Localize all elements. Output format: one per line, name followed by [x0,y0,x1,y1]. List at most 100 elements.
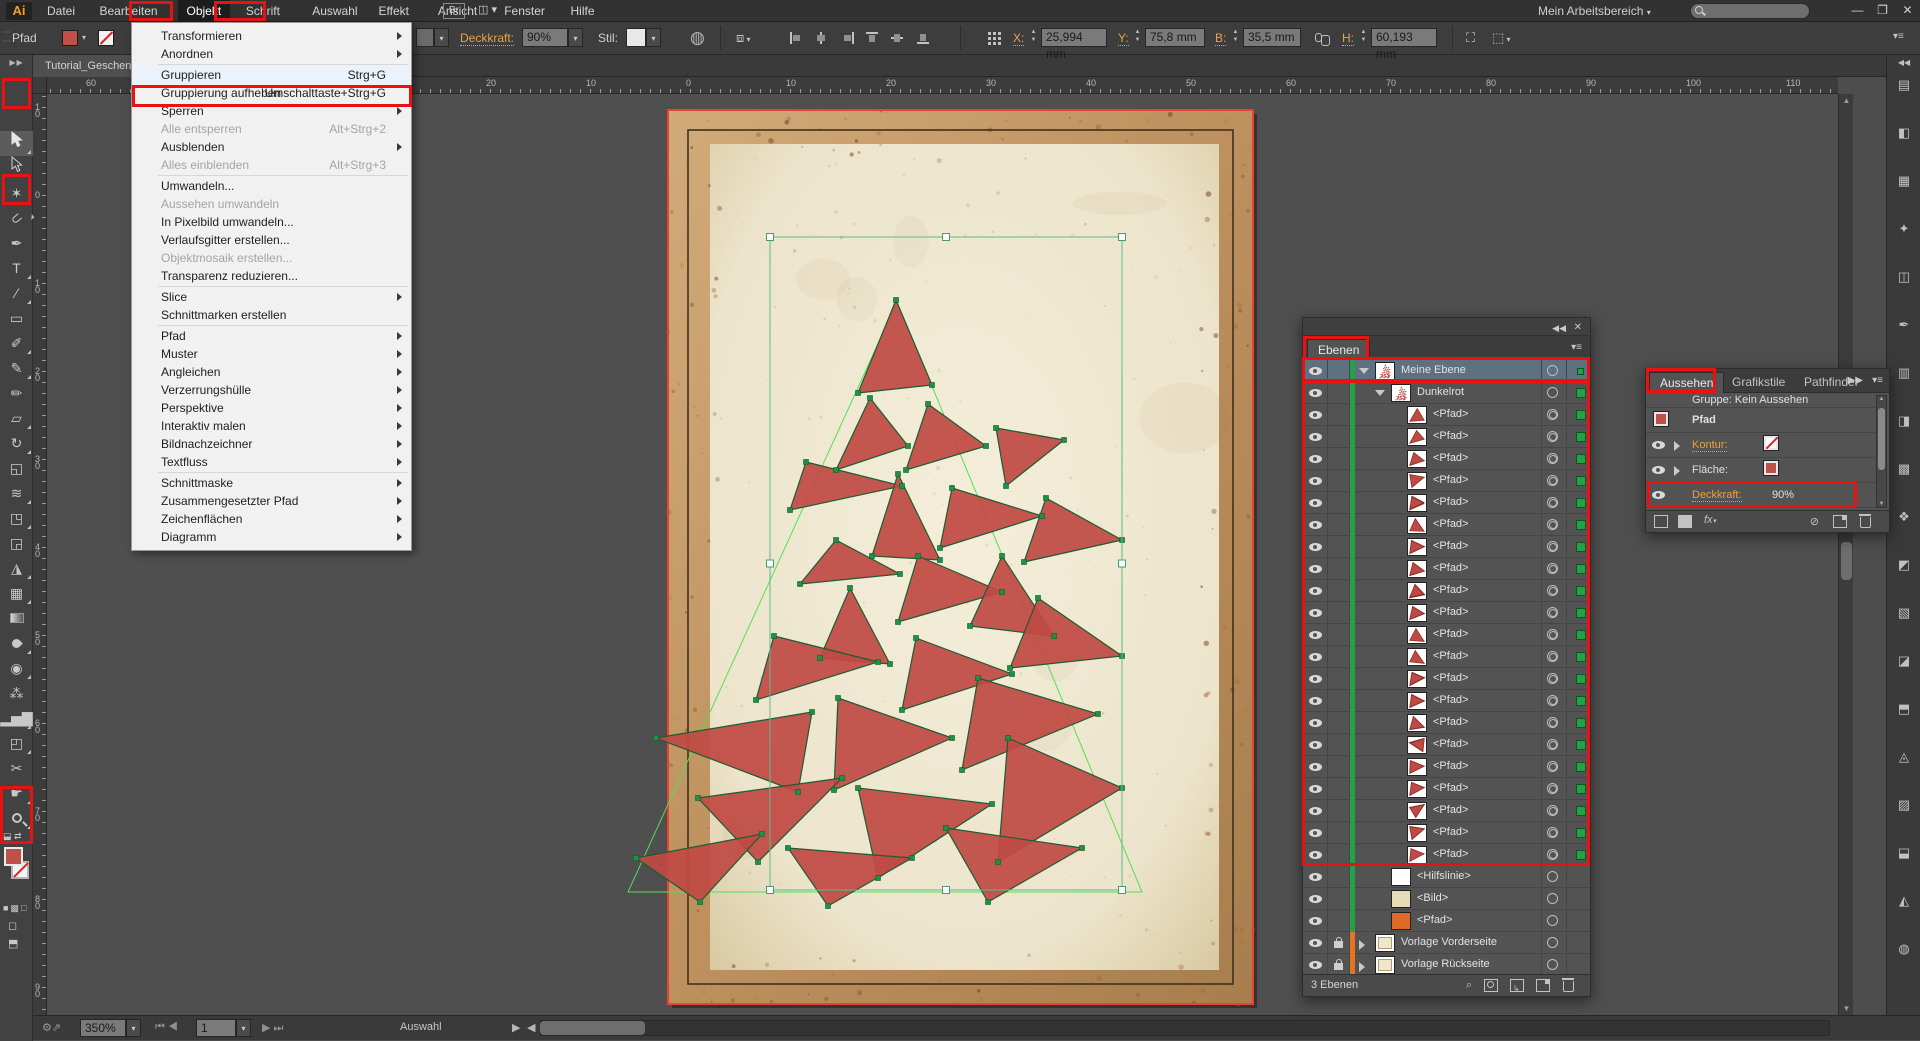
dock-collapse-icon[interactable]: ◀◀ [1887,58,1920,67]
menu-item-schnittmarken-erstellen[interactable]: Schnittmarken erstellen [133,306,410,324]
align-hcenter-icon[interactable] [815,32,828,44]
appearance-row-gruppe[interactable]: Gruppe: Kein Aussehen [1646,393,1879,408]
restore-button[interactable]: ❐ [1870,0,1895,20]
minimize-button[interactable]: — [1845,0,1870,20]
tools-collapse-icon[interactable]: ▶▶ [0,58,33,72]
target-circle-icon[interactable] [1547,673,1558,684]
layer-thumbnail[interactable] [1407,582,1427,600]
horizontal-scroll-thumb[interactable] [540,1021,645,1035]
selection-square[interactable] [1576,850,1586,860]
visibility-eye-icon[interactable] [1309,873,1322,881]
target-circle-icon[interactable] [1547,893,1558,904]
layer-label[interactable]: <Pfad> [1433,584,1468,596]
target-circle-icon[interactable] [1547,695,1558,706]
visibility-eye-icon[interactable] [1309,763,1322,771]
deckkraft-dropdown[interactable]: ▾ [568,28,583,47]
fill-color-swatch[interactable] [62,30,78,46]
scroll-down-icon[interactable]: ▼ [1839,1004,1854,1013]
layer-thumbnail[interactable] [1407,648,1427,666]
target-circle-icon[interactable] [1547,761,1558,772]
layer-thumbnail[interactable] [1407,736,1427,754]
fill-swatch[interactable] [4,847,23,866]
layer-label[interactable]: <Pfad> [1433,738,1468,750]
selection-square[interactable] [1576,586,1586,596]
selection-square[interactable] [1576,410,1586,420]
fill-color-chip[interactable] [1764,461,1778,475]
scroll-up-icon[interactable]: ▲ [1839,96,1854,105]
menu-item-slice[interactable]: Slice [133,288,410,306]
appearance-row-deckkraft[interactable]: Deckkraft: 90% [1646,483,1879,508]
layer-thumbnail[interactable] [1407,846,1427,864]
menu-item-angleichen[interactable]: Angleichen [133,363,410,381]
align-left-icon[interactable] [790,32,803,44]
status-expand-icon[interactable]: ▶ [512,1021,520,1034]
layer-row-path[interactable]: <Pfad> [1303,470,1590,492]
menu-item-ausblenden[interactable]: Ausblenden [133,138,410,156]
layer-label[interactable]: <Pfad> [1433,496,1468,508]
menu-item-in-pixelbild-umwandeln-[interactable]: In Pixelbild umwandeln... [133,213,410,231]
layer-row-path[interactable]: <Pfad> [1303,756,1590,778]
stroke-none-swatch[interactable] [98,30,114,46]
dock-panel-icon-1[interactable]: ◧ [1887,125,1920,145]
target-circle-icon[interactable] [1547,739,1558,750]
layer-thumbnail[interactable] [1407,626,1427,644]
layer-thumbnail[interactable] [1407,406,1427,424]
visibility-eye-icon[interactable] [1309,741,1322,749]
menu-item-textfluss[interactable]: Textfluss [133,453,410,471]
symbol-sprayer-tool[interactable]: ⁂ [0,681,33,706]
disclosure-icon[interactable] [1375,390,1385,396]
perspective-grid-tool[interactable]: ◮ [0,556,33,581]
selection-square[interactable] [1576,696,1586,706]
menu-item-interaktiv-malen[interactable]: Interaktiv malen [133,417,410,435]
layer-label[interactable]: <Pfad> [1433,848,1468,860]
layer-thumbnail[interactable] [1407,758,1427,776]
target-circle-icon[interactable] [1547,805,1558,816]
menu-item-perspektive[interactable]: Perspektive [133,399,410,417]
scroll-down-icon[interactable]: ▼ [1877,501,1886,507]
layer-row-path[interactable]: <Pfad> [1303,426,1590,448]
dock-panel-icon-2[interactable]: ▦ [1887,173,1920,193]
target-circle-icon[interactable] [1547,871,1558,882]
selection-square[interactable] [1576,718,1586,728]
layer-label[interactable]: <Pfad> [1433,628,1468,640]
menu-item-anordnen[interactable]: Anordnen [133,45,410,63]
line-tool[interactable]: ∕ [0,281,33,306]
tab-ebenen[interactable]: Ebenen [1307,339,1370,360]
layer-label[interactable]: Meine Ebene [1401,364,1466,376]
blend-tool[interactable]: ◉ [0,656,33,681]
selection-square[interactable] [1576,388,1586,398]
layer-thumbnail[interactable] [1391,868,1411,886]
y-spinner[interactable]: ▲▼ [1132,28,1143,47]
menubar-item-hilfe[interactable]: Hilfe [562,0,604,22]
b-value[interactable]: 35,5 mm [1243,28,1301,47]
visibility-eye-icon[interactable] [1309,895,1322,903]
visibility-eye-icon[interactable] [1309,543,1322,551]
menu-item-verlaufsgitter-erstellen-[interactable]: Verlaufsgitter erstellen... [133,231,410,249]
hand-tool[interactable]: ☛ [0,781,33,806]
b-spinner[interactable]: ▲▼ [1230,28,1241,47]
visibility-eye-icon[interactable] [1309,851,1322,859]
layer-row-vorlage-vorderseite[interactable]: Vorlage Vorderseite [1303,932,1590,954]
visibility-eye-icon[interactable] [1309,587,1322,595]
target-circle-icon[interactable] [1547,519,1558,530]
visibility-eye-icon[interactable] [1309,389,1322,397]
y-label[interactable]: Y: [1118,31,1129,46]
scale-strokes-icon[interactable]: ⛶ [1466,30,1475,46]
layer-thumbnail[interactable] [1407,670,1427,688]
new-fill-icon[interactable] [1678,515,1692,528]
menu-item-zusammengesetzter-pfad[interactable]: Zusammengesetzter Pfad [133,492,410,510]
layer-row-path[interactable]: <Pfad> [1303,690,1590,712]
dock-panel-icon-13[interactable]: ⬒ [1887,701,1920,721]
eyedropper-tool[interactable] [0,631,33,656]
layer-row--bild-[interactable]: <Bild> [1303,888,1590,910]
scale-tool[interactable]: ◱ [0,456,33,481]
dock-panel-icon-9[interactable]: ❖ [1887,509,1920,529]
target-circle-icon[interactable] [1547,541,1558,552]
target-circle-icon[interactable] [1547,585,1558,596]
rectangle-tool[interactable]: ▭ [0,306,33,331]
visibility-eye-icon[interactable] [1309,807,1322,815]
selection-square[interactable] [1576,520,1586,530]
align-vcenter-icon[interactable] [891,32,904,44]
layer-label[interactable]: <Pfad> [1433,826,1468,838]
visibility-eye-icon[interactable] [1309,675,1322,683]
